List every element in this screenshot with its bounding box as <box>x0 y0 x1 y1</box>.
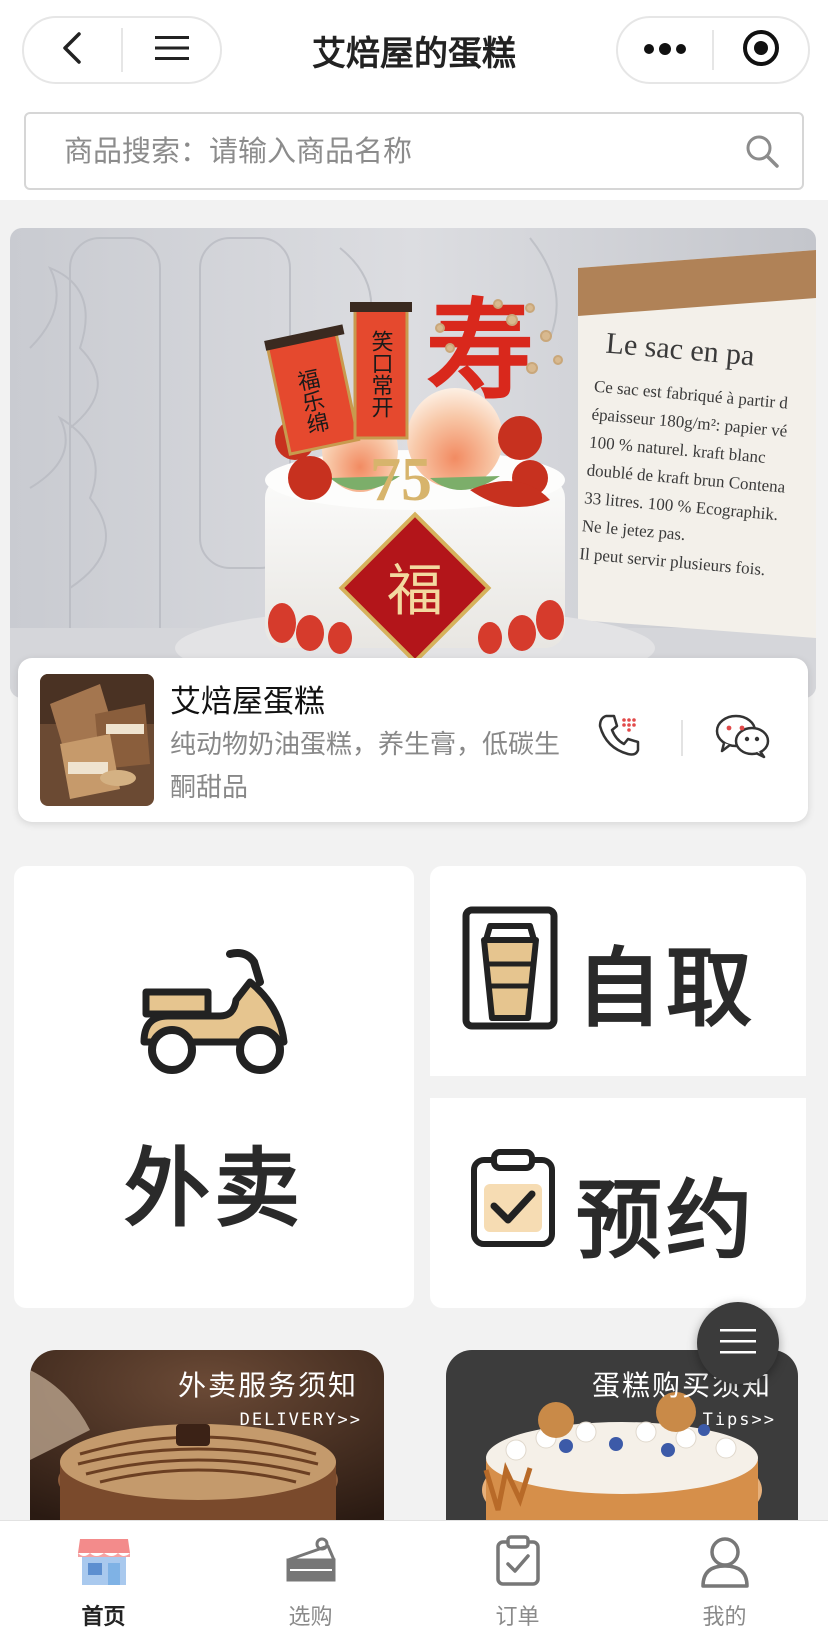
chevron-left-icon <box>59 30 87 70</box>
bottom-tab-bar: 首页 选购 订单 我的 <box>0 1520 828 1635</box>
search-input[interactable] <box>26 114 722 188</box>
delivery-notice-card[interactable]: 外卖服务须知 DELIVERY>> <box>30 1350 384 1522</box>
order-clipboard-icon <box>488 1531 548 1591</box>
search-icon[interactable] <box>722 114 802 188</box>
target-icon <box>741 28 781 72</box>
delivery-tile[interactable]: 外卖 <box>14 866 414 1308</box>
tab-shop[interactable]: 选购 <box>207 1521 414 1635</box>
shop-thumbnail <box>40 674 154 806</box>
pickup-label: 自取 <box>576 939 756 1039</box>
card-divider <box>681 720 683 756</box>
pickup-tile[interactable]: 自取 <box>430 866 806 1076</box>
store-icon <box>74 1531 134 1591</box>
tab-orders[interactable]: 订单 <box>414 1521 621 1635</box>
hamburger-icon <box>718 1326 758 1360</box>
tab-profile[interactable]: 我的 <box>621 1521 828 1635</box>
shop-info-card: 艾焙屋蛋糕 纯动物奶油蛋糕，养生膏，低碳生酮甜品 <box>18 658 808 822</box>
svg-text:寿: 寿 <box>426 289 534 414</box>
takeaway-cup-icon <box>462 906 558 1034</box>
wechat-button[interactable] <box>710 710 776 766</box>
clipboard-check-icon <box>468 1148 558 1252</box>
top-nav-bar: 艾焙屋的蛋糕 <box>0 0 828 100</box>
promo-banner[interactable]: Le sac en pa Ce sac est fabriqué à parti… <box>10 228 816 698</box>
delivery-notice-title: 外卖服务须知 <box>177 1369 358 1402</box>
wechat-icon <box>714 713 772 763</box>
svg-text:福: 福 <box>387 561 443 623</box>
reserve-tile[interactable]: 预约 <box>430 1098 806 1308</box>
tab-profile-label: 我的 <box>702 1605 747 1630</box>
user-icon <box>695 1531 755 1591</box>
banner-cake-image: Le sac en pa Ce sac est fabriqué à parti… <box>10 228 816 698</box>
scooter-icon <box>138 942 288 1086</box>
search-section <box>0 100 828 200</box>
nav-capsule-left <box>22 16 222 84</box>
phone-icon <box>596 712 642 762</box>
tab-orders-label: 订单 <box>495 1605 540 1630</box>
tab-home-label: 首页 <box>81 1605 126 1630</box>
tab-shop-label: 选购 <box>288 1605 333 1630</box>
delivery-notice-sub: DELIVERY>> <box>239 1410 362 1430</box>
delivery-label: 外卖 <box>124 1139 304 1239</box>
svg-text:笑口常开: 笑口常开 <box>369 330 394 418</box>
shop-name: 艾焙屋蛋糕 <box>170 684 325 720</box>
floating-menu-button[interactable] <box>697 1302 779 1384</box>
more-dots-icon <box>643 41 687 60</box>
cake-slice-icon <box>281 1531 341 1591</box>
close-miniprogram-button[interactable] <box>714 18 808 82</box>
shop-description: 纯动物奶油蛋糕，养生膏，低碳生酮甜品 <box>170 730 561 803</box>
nav-capsule-right <box>616 16 810 84</box>
svg-text:75: 75 <box>370 446 432 514</box>
cake-notice-sub: Tips>> <box>702 1410 776 1430</box>
search-box[interactable] <box>24 112 804 190</box>
tab-home[interactable]: 首页 <box>0 1521 207 1635</box>
call-button[interactable] <box>590 708 648 766</box>
menu-button[interactable] <box>123 18 220 82</box>
back-button[interactable] <box>24 18 121 82</box>
reserve-label: 预约 <box>576 1171 756 1271</box>
more-button[interactable] <box>618 18 712 82</box>
hamburger-icon <box>153 33 191 67</box>
